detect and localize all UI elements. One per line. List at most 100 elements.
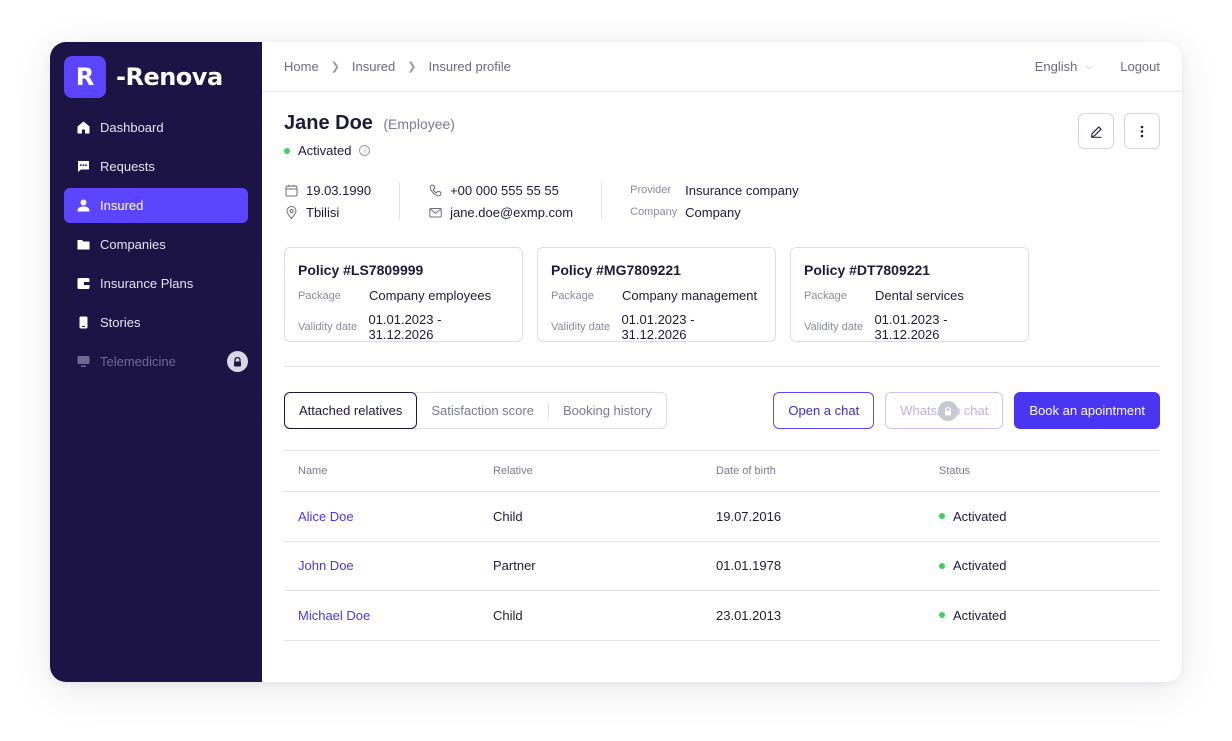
tab-bar: Attached relatives Satisfaction score Bo… — [284, 392, 667, 429]
wallet-icon — [76, 277, 90, 291]
chevron-right-icon: ❯ — [407, 61, 417, 73]
validity-label: Validity date — [551, 321, 611, 333]
table-header: Name Relative Date of birth Status — [284, 450, 1160, 492]
policy-card[interactable]: Policy #DT7809221 Package Dental services… — [790, 247, 1029, 342]
provider-label: Provider — [630, 184, 672, 196]
status-label: Activated — [953, 558, 1007, 574]
relative-dob: 19.07.2016 — [716, 508, 782, 524]
relatives-actions: Open a chat WhatsApp chat Book an apoint… — [762, 392, 1160, 429]
phone-number[interactable]: +00 000 555 55 55 — [450, 183, 559, 198]
breadcrumb: Home ❯ Insured ❯ Insured profile — [284, 59, 511, 74]
policy-card[interactable]: Policy #MG7809221 Package Company managem… — [537, 247, 776, 342]
column-header-name[interactable]: Name — [284, 465, 493, 477]
validity-value: 01.01.2023 - 31.12.2026 — [368, 312, 442, 342]
mail-icon — [428, 205, 442, 219]
package-value: Dental services — [875, 288, 964, 303]
details-personal: 19.03.1990 Tbilisi — [284, 182, 371, 220]
status-label: Activated — [953, 607, 1007, 623]
user-icon — [76, 199, 90, 213]
provider-value: Insurance company — [685, 182, 799, 198]
divider — [399, 182, 401, 220]
profile-details: 19.03.1990 Tbilisi +00 000 555 55 55 jan… — [284, 182, 799, 220]
profile-header: Jane Doe (Employee) Activated i — [284, 112, 455, 158]
logout-link[interactable]: Logout — [1120, 59, 1160, 74]
tab-satisfaction-score[interactable]: Satisfaction score — [417, 392, 548, 429]
package-value: Company employees — [369, 288, 492, 303]
logo-mark: R — [64, 56, 106, 98]
sidebar-item-companies[interactable]: Companies — [64, 227, 248, 262]
details-contact: +00 000 555 55 55 jane.doe@exmp.com — [428, 182, 573, 220]
sidebar-item-label: Dashboard — [100, 120, 164, 135]
sidebar-item-label: Companies — [100, 237, 166, 252]
section-divider — [284, 366, 1160, 367]
sidebar-item-requests[interactable]: Requests — [64, 149, 248, 184]
topbar: Home ❯ Insured ❯ Insured profile English… — [262, 42, 1182, 92]
sidebar-item-label: Stories — [100, 315, 141, 330]
calendar-icon — [284, 183, 298, 197]
relatives-table: Name Relative Date of birth Status Alice… — [284, 450, 1160, 641]
sidebar: R -Renova Dashboard Requests Insured Com… — [50, 42, 262, 682]
birth-date: 19.03.1990 — [306, 182, 372, 198]
language-label: English — [1034, 59, 1078, 74]
status-dot-icon — [284, 147, 290, 154]
chat-icon — [76, 160, 90, 174]
language-select[interactable]: English ⌵ — [1035, 59, 1092, 74]
profile-status: Activated i — [284, 143, 455, 158]
table-row[interactable]: John Doe Partner 01.01.1978 Activated — [284, 542, 1160, 591]
city: Tbilisi — [306, 204, 340, 220]
open-chat-button[interactable]: Open a chat — [773, 392, 875, 429]
package-label: Package — [551, 289, 594, 302]
policy-title: Policy #LS7809999 — [298, 262, 424, 278]
breadcrumb-home[interactable]: Home — [284, 59, 319, 74]
relative-type: Partner — [493, 558, 536, 574]
policy-card[interactable]: Policy #LS7809999 Package Company employe… — [284, 247, 523, 342]
sidebar-item-label: Requests — [100, 159, 155, 174]
sidebar-item-label: Telemedicine — [100, 354, 176, 369]
relative-name-link[interactable]: Alice Doe — [284, 509, 493, 524]
tab-booking-history[interactable]: Booking history — [549, 392, 666, 429]
status-label: Activated — [953, 508, 1007, 524]
email[interactable]: jane.doe@exmp.com — [450, 205, 573, 220]
status-dot-icon — [939, 562, 945, 569]
relative-type: Child — [493, 508, 523, 524]
column-header-relative[interactable]: Relative — [493, 465, 716, 477]
book-appointment-button[interactable]: Book an apointment — [1014, 392, 1160, 429]
chevron-down-icon: ⌵ — [1085, 61, 1093, 71]
sidebar-item-dashboard[interactable]: Dashboard — [64, 110, 248, 145]
relative-name-link[interactable]: Michael Doe — [284, 608, 493, 623]
details-employment: Provider Insurance company Company Compa… — [630, 182, 798, 220]
validity-value: 01.01.2023 - 31.12.2026 — [621, 312, 695, 342]
divider — [601, 182, 603, 220]
package-value: Company management — [622, 288, 758, 303]
relative-type: Child — [493, 607, 523, 623]
tab-attached-relatives[interactable]: Attached relatives — [284, 392, 418, 429]
company-label: Company — [630, 206, 678, 218]
status-badge: Activated — [939, 608, 1160, 623]
relative-dob: 01.01.1978 — [716, 558, 782, 574]
validity-value: 01.01.2023 - 31.12.2026 — [874, 312, 948, 342]
logo-text: -Renova — [116, 63, 223, 91]
sidebar-item-label: Insurance Plans — [100, 276, 194, 291]
sidebar-item-stories[interactable]: Stories — [64, 305, 248, 340]
package-label: Package — [298, 289, 341, 302]
profile-role: (Employee) — [383, 116, 455, 132]
table-row[interactable]: Alice Doe Child 19.07.2016 Activated — [284, 492, 1160, 542]
logo[interactable]: R -Renova — [64, 56, 223, 98]
breadcrumb-insured[interactable]: Insured — [352, 59, 395, 74]
table-row[interactable]: Michael Doe Child 23.01.2013 Activated — [284, 591, 1160, 641]
column-header-date-of-birth[interactable]: Date of birth — [716, 465, 939, 477]
package-label: Package — [804, 289, 847, 302]
sidebar-item-insured[interactable]: Insured — [64, 188, 248, 223]
phone-icon — [76, 316, 90, 330]
lock-icon — [938, 401, 959, 421]
column-header-status[interactable]: Status — [939, 465, 1160, 477]
folder-icon — [76, 238, 90, 252]
more-options-button[interactable] — [1124, 113, 1160, 149]
breadcrumb-current: Insured profile — [428, 59, 511, 74]
info-icon[interactable]: i — [359, 145, 371, 156]
validity-label: Validity date — [298, 321, 358, 333]
relative-name-link[interactable]: John Doe — [284, 558, 493, 573]
sidebar-item-insurance-plans[interactable]: Insurance Plans — [64, 266, 248, 301]
edit-button[interactable] — [1078, 113, 1114, 149]
status-dot-icon — [939, 513, 945, 520]
